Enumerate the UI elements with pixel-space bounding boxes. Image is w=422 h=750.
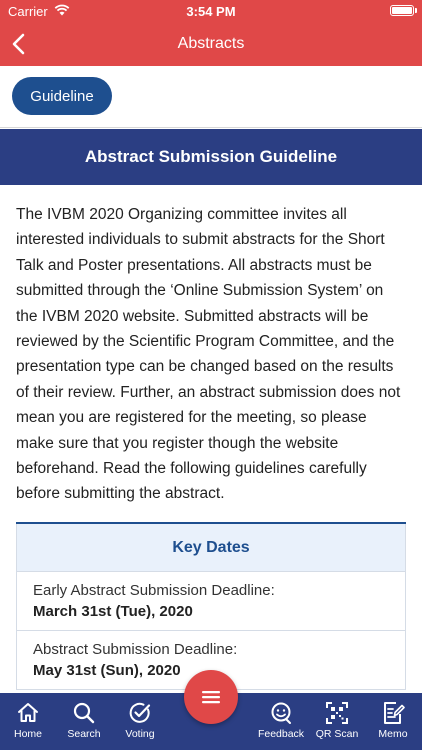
category-tabs: Guideline: [0, 66, 422, 128]
menu-icon: [202, 691, 220, 704]
tab-memo[interactable]: Memo: [365, 693, 421, 750]
guideline-tab-button[interactable]: Guideline: [12, 77, 112, 115]
qr-scan-icon: [326, 702, 348, 724]
tab-memo-label: Memo: [378, 728, 408, 740]
key-dates-title: Key Dates: [16, 524, 406, 572]
tab-search-label: Search: [67, 728, 101, 740]
tab-voting[interactable]: Voting: [112, 693, 168, 750]
key-date-row: Early Abstract Submission Deadline: Marc…: [16, 572, 406, 631]
clock: 3:54 PM: [186, 4, 236, 19]
tab-voting-label: Voting: [125, 728, 155, 740]
feedback-icon: [271, 702, 291, 724]
home-icon: [18, 703, 38, 722]
search-icon: [73, 702, 95, 724]
guideline-paragraph: The IVBM 2020 Organizing committee invit…: [16, 206, 401, 503]
key-date-label: Early Abstract Submission Deadline:: [33, 582, 275, 599]
status-bar: Carrier 3:54 PM: [0, 0, 422, 22]
key-date-value: March 31st (Tue), 2020: [33, 603, 193, 620]
tab-search[interactable]: Search: [56, 693, 112, 750]
tab-qr-scan-label: QR Scan: [315, 728, 359, 740]
tab-qr-scan[interactable]: QR Scan: [309, 693, 365, 750]
page-title: Abstracts: [177, 35, 245, 52]
battery-icon: [390, 5, 417, 16]
menu-fab-button[interactable]: [184, 670, 238, 724]
tab-feedback-label: Feedback: [257, 728, 305, 740]
memo-icon: [384, 702, 405, 724]
voting-icon: [129, 702, 151, 723]
key-dates-table: Key Dates Early Abstract Submission Dead…: [16, 522, 406, 690]
section-title: Abstract Submission Guideline: [0, 129, 422, 185]
navigation-bar: Abstracts: [0, 22, 422, 66]
tab-home-label: Home: [13, 728, 42, 740]
tab-feedback[interactable]: Feedback: [253, 693, 309, 750]
tab-home[interactable]: Home: [0, 693, 56, 750]
key-date-label: Abstract Submission Deadline:: [33, 641, 238, 658]
